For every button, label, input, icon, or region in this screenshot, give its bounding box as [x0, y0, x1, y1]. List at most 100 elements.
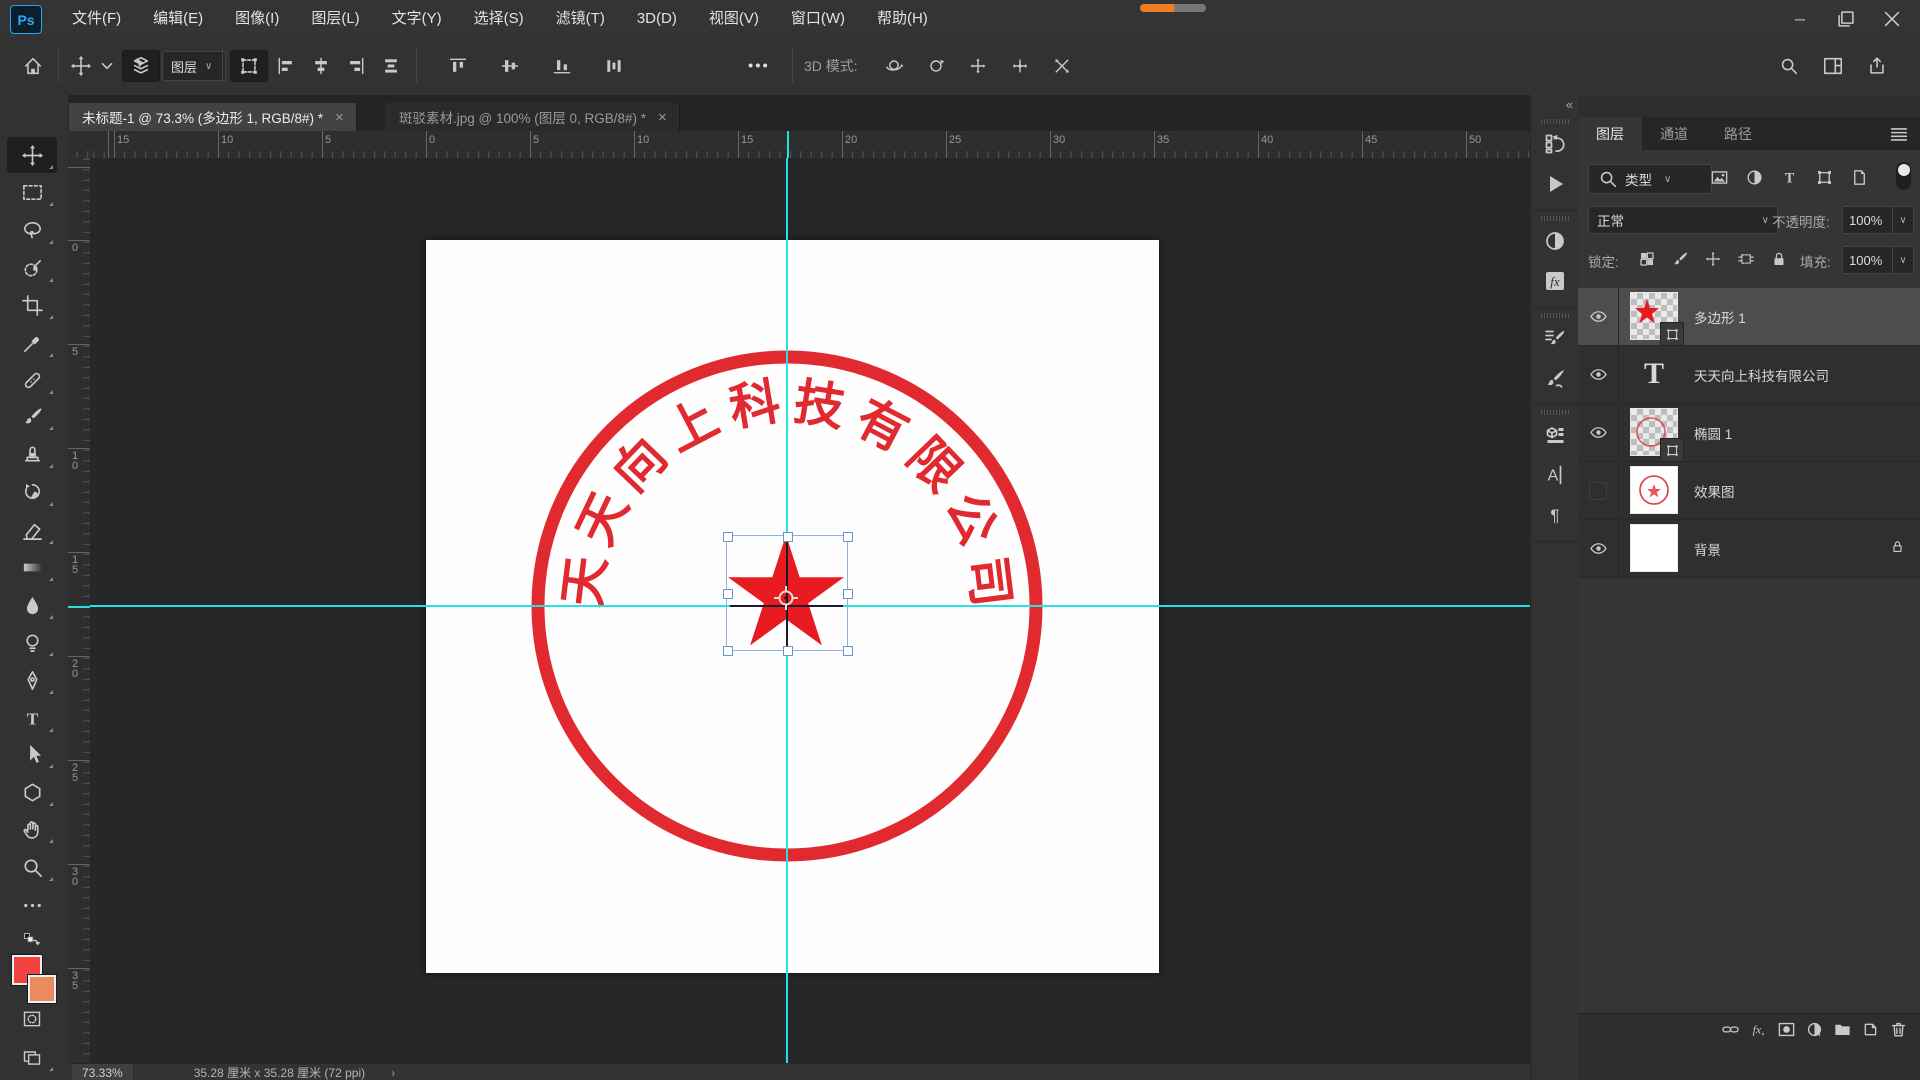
zoom-tool[interactable] [7, 849, 57, 885]
layer-thumbnail[interactable]: T [1630, 350, 1678, 398]
add-mask-button[interactable] [1777, 1020, 1796, 1039]
3d-roll-button[interactable] [926, 56, 946, 76]
dock-grip[interactable] [1541, 313, 1569, 318]
menu-item-9[interactable]: 视图(V) [695, 0, 773, 37]
layer-filter-type-dropdown[interactable]: 类型 ∨ [1588, 164, 1712, 194]
transform-handle[interactable] [723, 646, 733, 656]
layer-thumbnail[interactable] [1630, 292, 1678, 340]
move-tool-preset[interactable] [70, 55, 92, 77]
lock-all-button[interactable] [1766, 246, 1792, 272]
delete-layer-button[interactable] [1889, 1020, 1908, 1039]
layer-name[interactable]: 背景 [1694, 520, 1721, 577]
edit-toolbar[interactable] [7, 887, 57, 923]
auto-select-target-dropdown[interactable]: 图层 ∨ [162, 51, 226, 81]
history-brush-tool[interactable] [7, 474, 57, 510]
eraser-tool[interactable] [7, 512, 57, 548]
menu-item-6[interactable]: 选择(S) [460, 0, 538, 37]
align-top-button[interactable] [448, 56, 468, 76]
clone-stamp-tool[interactable] [7, 436, 57, 472]
menu-item-1[interactable]: 文件(F) [58, 0, 135, 37]
layer-thumbnail[interactable] [1630, 524, 1678, 572]
dock-grip[interactable] [1541, 216, 1569, 221]
transform-handle[interactable] [783, 532, 793, 542]
dock-panel-actions[interactable] [1539, 168, 1571, 200]
new-group-button[interactable] [1833, 1020, 1852, 1039]
dock-panel-styles[interactable]: fx [1539, 265, 1571, 297]
dock-grip[interactable] [1541, 119, 1569, 124]
transform-handle[interactable] [783, 646, 793, 656]
distribute-v-button[interactable] [381, 56, 401, 76]
more-options-button[interactable]: ••• [748, 58, 770, 75]
filter-adjustment-button[interactable] [1741, 164, 1767, 190]
menu-item-4[interactable]: 图层(L) [297, 0, 373, 37]
layer-name[interactable]: 多边形 1 [1694, 288, 1746, 345]
layer-thumbnail[interactable] [1630, 466, 1678, 514]
transform-handle[interactable] [843, 532, 853, 542]
layer-style-button[interactable]: fx [1749, 1020, 1768, 1039]
filter-pixel-button[interactable] [1706, 164, 1732, 190]
layer-visibility-toggle[interactable] [1578, 404, 1619, 461]
dock-panel-paragraph[interactable]: ¶ [1539, 499, 1571, 531]
status-chevron[interactable]: › [391, 1066, 395, 1080]
align-right-button[interactable] [346, 56, 366, 76]
3d-slide-button[interactable] [1010, 56, 1030, 76]
menu-item-10[interactable]: 窗口(W) [777, 0, 859, 37]
move-tool[interactable] [7, 137, 57, 173]
align-center-h-button[interactable] [311, 56, 331, 76]
close-button[interactable] [1872, 4, 1912, 34]
vertical-ruler[interactable]: 051 01 52 02 53 03 5 [68, 158, 91, 1063]
opacity-chevron[interactable]: ∨ [1892, 206, 1914, 234]
layer-visibility-toggle[interactable] [1578, 288, 1619, 345]
screen-mode-button[interactable] [7, 1039, 57, 1075]
dock-panel-brush-settings[interactable] [1539, 322, 1571, 354]
dock-panel-character[interactable]: A [1539, 459, 1571, 491]
filter-type-button[interactable]: T [1776, 164, 1802, 190]
align-middle-button[interactable] [500, 56, 520, 76]
transform-handle[interactable] [843, 646, 853, 656]
canvas-viewport[interactable]: 天天向上科技有限公司 [90, 158, 1530, 1063]
preset-chevron[interactable] [96, 55, 118, 77]
quick-select-tool[interactable] [7, 250, 57, 286]
new-adjustment-button[interactable] [1805, 1020, 1824, 1039]
search-button[interactable] [1778, 55, 1800, 77]
vector-mask-badge[interactable] [1660, 438, 1684, 462]
distribute-h-button[interactable] [604, 56, 624, 76]
horizontal-ruler[interactable]: 1510505101520253035404550 [68, 131, 1530, 159]
hand-tool[interactable] [7, 811, 57, 847]
zoom-level-field[interactable]: 73.33% [72, 1064, 134, 1080]
crop-tool[interactable] [7, 287, 57, 323]
pen-tool[interactable] [7, 662, 57, 698]
lock-transparent-button[interactable] [1634, 246, 1660, 272]
dock-panel-brushes[interactable] [1539, 362, 1571, 394]
3d-pan-button[interactable] [968, 56, 988, 76]
dock-panel-adjustments[interactable] [1539, 225, 1571, 257]
minimize-button[interactable]: ─ [1780, 4, 1820, 34]
panel-tab-paths[interactable]: 路径 [1706, 117, 1770, 150]
filter-shape-button[interactable] [1811, 164, 1837, 190]
fill-chevron[interactable]: ∨ [1892, 246, 1914, 274]
layer-visibility-toggle[interactable] [1578, 346, 1619, 403]
brush-tool[interactable] [7, 398, 57, 434]
menu-item-2[interactable]: 编辑(E) [139, 0, 217, 37]
transform-handle[interactable] [723, 589, 733, 599]
reference-point-icon[interactable] [772, 584, 800, 612]
3d-scale-button[interactable] [1052, 56, 1072, 76]
3d-orbit-button[interactable] [884, 56, 904, 76]
menu-item-7[interactable]: 滤镜(T) [542, 0, 619, 37]
link-layers-button[interactable] [1721, 1020, 1740, 1039]
blend-mode-dropdown[interactable]: 正常 ∨ [1588, 206, 1778, 234]
path-select-tool[interactable] [7, 736, 57, 772]
layer-row-1[interactable]: 多边形 1 [1578, 288, 1920, 346]
lock-artboard-button[interactable] [1733, 246, 1759, 272]
menu-item-8[interactable]: 3D(D) [623, 0, 691, 37]
align-bottom-button[interactable] [552, 56, 572, 76]
dodge-tool[interactable] [7, 624, 57, 660]
layer-visibility-toggle[interactable] [1578, 520, 1619, 577]
background-color-swatch[interactable] [28, 975, 56, 1003]
layer-name[interactable]: 效果图 [1694, 462, 1735, 519]
blur-tool[interactable] [7, 587, 57, 623]
lock-pixel-button[interactable] [1667, 246, 1693, 272]
panel-menu-button[interactable] [1888, 123, 1910, 145]
workspace-button[interactable] [1822, 55, 1844, 77]
restore-button[interactable] [1826, 4, 1866, 34]
